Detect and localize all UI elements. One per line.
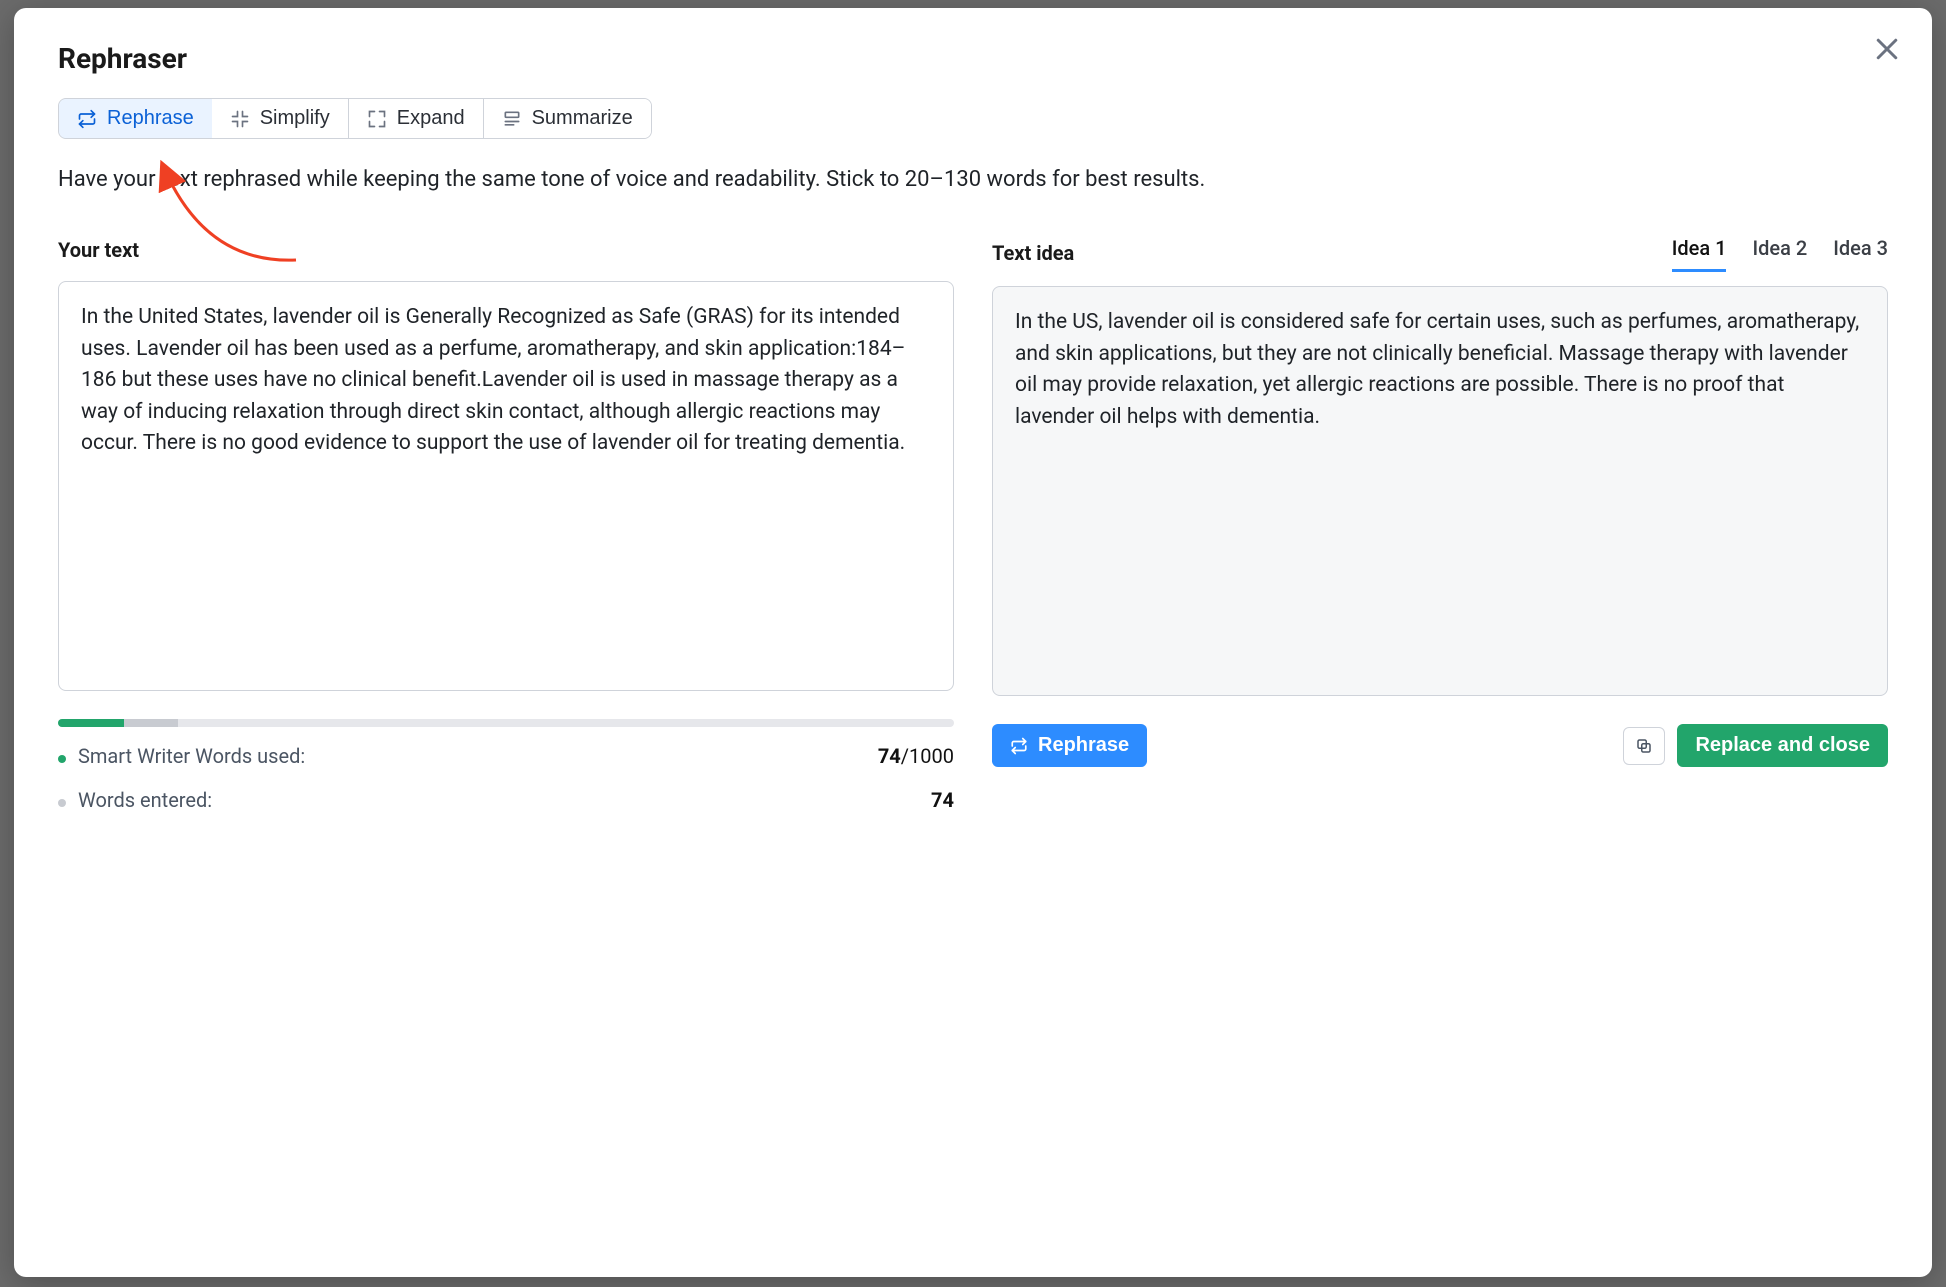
dot-icon bbox=[58, 799, 66, 807]
copy-icon bbox=[1635, 737, 1653, 755]
text-idea-output: In the US, lavender oil is considered sa… bbox=[992, 286, 1888, 696]
tab-label: Expand bbox=[397, 107, 465, 130]
stat-words-entered: Words entered: 74 bbox=[58, 785, 954, 815]
cycle-icon bbox=[77, 109, 97, 129]
idea-tab-2[interactable]: Idea 2 bbox=[1752, 233, 1807, 272]
cycle-icon bbox=[1010, 737, 1028, 755]
text-idea-heading: Text idea bbox=[992, 238, 1074, 268]
stat-label: Words entered: bbox=[78, 785, 919, 815]
rephraser-modal: Rephraser Rephrase Simplify bbox=[14, 8, 1932, 1277]
stat-label: Smart Writer Words used: bbox=[78, 741, 866, 771]
page-title: Rephraser bbox=[58, 38, 1888, 80]
your-text-input[interactable]: In the United States, lavender oil is Ge… bbox=[58, 281, 954, 691]
tab-simplify[interactable]: Simplify bbox=[212, 99, 349, 138]
tab-summarize[interactable]: Summarize bbox=[484, 99, 651, 138]
summarize-icon bbox=[502, 109, 522, 129]
text-idea-column: Text idea Idea 1 Idea 2 Idea 3 In the US… bbox=[992, 233, 1888, 815]
close-icon[interactable] bbox=[1872, 34, 1902, 64]
rephrase-button[interactable]: Rephrase bbox=[992, 724, 1147, 767]
button-label: Rephrase bbox=[1038, 734, 1129, 757]
idea-tab-1[interactable]: Idea 1 bbox=[1672, 233, 1727, 272]
action-row: Rephrase Replace and close bbox=[992, 724, 1888, 767]
your-text-heading: Your text bbox=[58, 235, 139, 265]
replace-and-close-button[interactable]: Replace and close bbox=[1677, 724, 1888, 767]
stat-words-used: Smart Writer Words used: 74/1000 bbox=[58, 741, 954, 771]
copy-button[interactable] bbox=[1623, 727, 1665, 765]
collapse-icon bbox=[230, 109, 250, 129]
tab-label: Rephrase bbox=[107, 107, 194, 130]
idea-tab-3[interactable]: Idea 3 bbox=[1833, 233, 1888, 272]
your-text-column: Your text In the United States, lavender… bbox=[58, 233, 954, 815]
dot-icon bbox=[58, 755, 66, 763]
idea-tabs: Idea 1 Idea 2 Idea 3 bbox=[1672, 233, 1888, 272]
usage-progress bbox=[58, 719, 954, 727]
mode-tabs: Rephrase Simplify Expand bbox=[58, 98, 652, 139]
expand-icon bbox=[367, 109, 387, 129]
stat-value: 74/1000 bbox=[878, 741, 954, 771]
stat-value: 74 bbox=[931, 785, 954, 815]
tab-rephrase[interactable]: Rephrase bbox=[58, 98, 213, 139]
mode-description: Have your text rephrased while keeping t… bbox=[58, 163, 1218, 197]
tab-expand[interactable]: Expand bbox=[349, 99, 484, 138]
tab-label: Simplify bbox=[260, 107, 330, 130]
tab-label: Summarize bbox=[532, 107, 633, 130]
button-label: Replace and close bbox=[1695, 734, 1870, 757]
